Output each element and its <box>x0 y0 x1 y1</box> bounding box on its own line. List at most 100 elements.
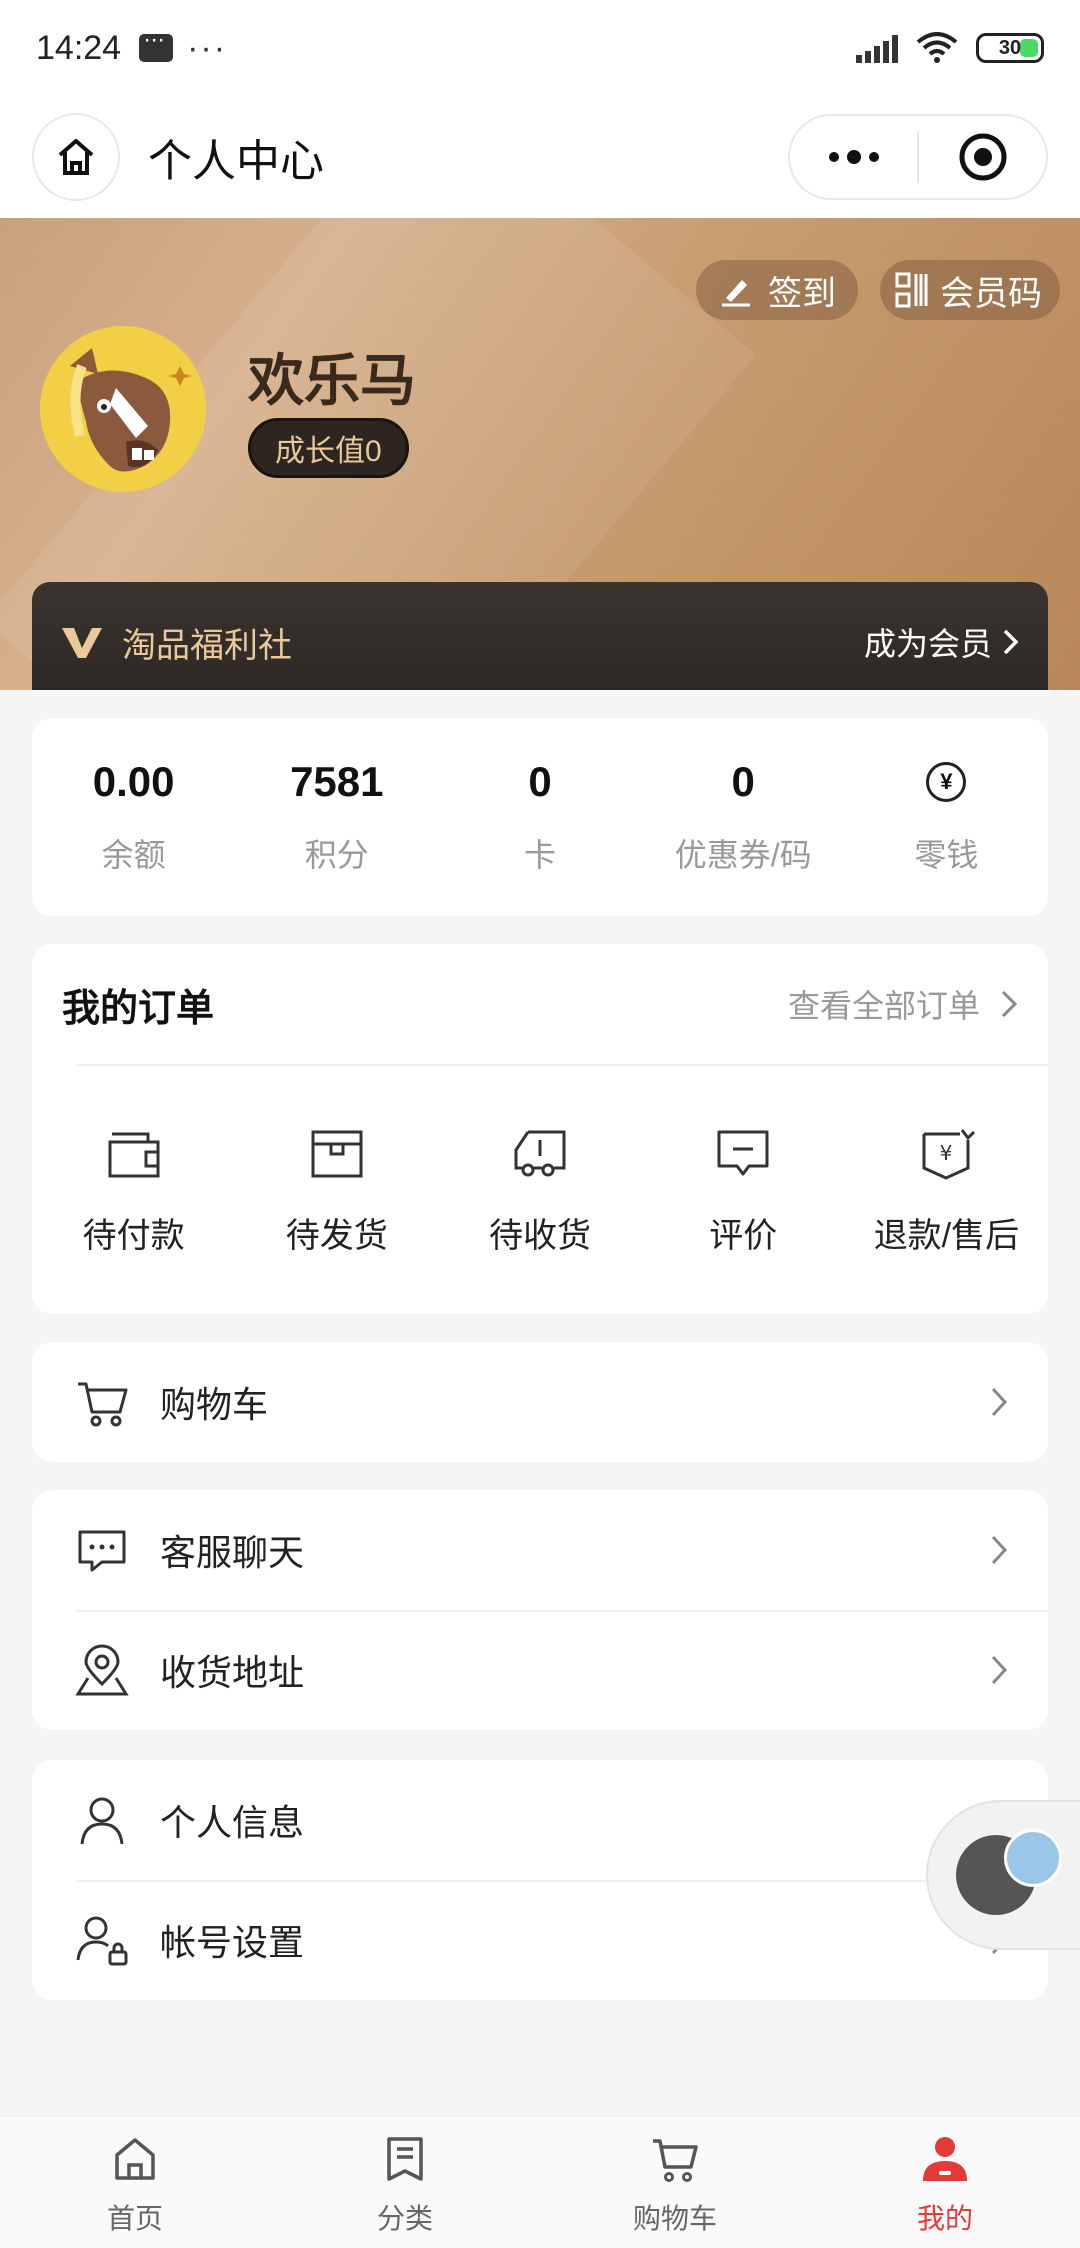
order-review-label: 评价 <box>709 1217 778 1255</box>
more-notifications-icon: ··· <box>187 28 228 67</box>
pen-icon <box>722 280 750 307</box>
home-button[interactable] <box>32 113 120 201</box>
user-icon <box>923 2137 967 2181</box>
tab-mine[interactable]: 我的 <box>810 2117 1080 2248</box>
member-code-button[interactable]: 会员码 <box>880 260 1060 320</box>
barcode-icon <box>895 272 928 308</box>
profile-label: 个人信息 <box>160 1802 305 1843</box>
tab-home-label: 首页 <box>106 2203 163 2234</box>
wallet-icon <box>108 1132 160 1178</box>
tab-category-label: 分类 <box>376 2203 433 2234</box>
username: 欢乐马 <box>248 349 416 412</box>
assets-card: 0.00 余额 7581 积分 0 卡 0 优惠券/码 ¥ 零钱 <box>32 718 1048 916</box>
stat-coupons[interactable]: 0 优惠券/码 <box>642 718 845 916</box>
status-time: 14:24 <box>36 28 122 67</box>
vip-bar[interactable]: 淘品福利社 成为会员 <box>32 582 1048 690</box>
more-button[interactable] <box>790 116 917 198</box>
chevron-right-icon <box>991 1387 1008 1417</box>
cart-icon <box>78 1382 128 1427</box>
menu-item-account-settings[interactable]: 帐号设置 <box>32 1880 1048 2000</box>
nav-bar: 个人中心 <box>0 96 1080 218</box>
order-pending-payment-label: 待付款 <box>82 1217 185 1255</box>
change-label: 零钱 <box>914 837 979 873</box>
mini-program-capsule <box>788 114 1048 200</box>
order-pending-shipment[interactable]: 待发货 <box>235 1124 438 1257</box>
target-circle-icon <box>959 133 1006 181</box>
page-title: 个人中心 <box>148 137 324 186</box>
cart-card: 购物车 <box>32 1342 1048 1462</box>
order-refund-label: 退款/售后 <box>873 1217 1020 1255</box>
orders-card: 我的订单 查看全部订单 待付款 待发货 待收货 评价 ¥ 退款/售后 <box>32 944 1048 1314</box>
coupons-label: 优惠券/码 <box>674 837 812 873</box>
horse-avatar-icon <box>40 326 206 492</box>
order-review[interactable]: 评价 <box>642 1124 845 1257</box>
chevron-right-icon <box>991 1655 1008 1685</box>
stat-balance[interactable]: 0.00 余额 <box>32 718 235 916</box>
truck-icon <box>514 1130 566 1177</box>
customer-service-label: 客服聊天 <box>160 1532 305 1573</box>
more-dots-icon <box>828 150 879 164</box>
join-member-link[interactable]: 成为会员 <box>864 619 1020 665</box>
checkin-button[interactable]: 签到 <box>696 260 858 320</box>
service-card: 客服聊天 收货地址 <box>32 1490 1048 1730</box>
tab-bar: 首页 分类 购物车 我的 <box>0 2116 1080 2248</box>
menu-item-address[interactable]: 收货地址 <box>32 1610 1048 1730</box>
floating-live-widget[interactable] <box>926 1800 1080 1950</box>
close-program-button[interactable] <box>919 116 1046 198</box>
account-settings-label: 帐号设置 <box>160 1922 305 1963</box>
order-pending-payment[interactable]: 待付款 <box>32 1124 235 1257</box>
tab-home[interactable]: 首页 <box>0 2117 270 2248</box>
join-member-label: 成为会员 <box>863 626 992 662</box>
balance-value: 0.00 <box>92 758 175 805</box>
order-pending-receipt-label: 待收货 <box>489 1217 591 1255</box>
battery-level: 30 <box>998 36 1022 59</box>
growth-badge[interactable]: 成长值0 <box>248 418 409 478</box>
cards-value: 0 <box>528 758 552 805</box>
personal-card: 个人信息 帐号设置 <box>32 1760 1048 2000</box>
tab-cart[interactable]: 购物车 <box>540 2117 810 2248</box>
vip-v-icon <box>62 628 102 658</box>
status-bar: 14:24 ··· 30 <box>0 0 1080 96</box>
tab-category[interactable]: 分类 <box>270 2117 540 2248</box>
chevron-right-icon <box>991 1535 1008 1565</box>
user-lock-icon <box>76 1916 128 1966</box>
tab-mine-label: 我的 <box>916 2203 973 2234</box>
chevron-right-icon <box>1001 990 1018 1018</box>
balance-label: 余额 <box>101 837 166 873</box>
box-icon <box>311 1130 363 1178</box>
location-pin-icon <box>75 1644 129 1696</box>
chevron-right-icon <box>1003 629 1019 655</box>
vip-name: 淘品福利社 <box>122 626 292 665</box>
order-pending-shipment-label: 待发货 <box>285 1217 388 1255</box>
orders-title: 我的订单 <box>62 987 215 1030</box>
checkin-label: 签到 <box>768 274 836 313</box>
person-icon <box>80 1797 124 1845</box>
yen-icon: ¥ <box>926 762 967 802</box>
comment-icon <box>717 1130 769 1176</box>
profile-header: 签到 会员码 欢乐马 成长值0 淘品福利社 成为会员 <box>0 218 1080 690</box>
message-notification-icon <box>139 26 174 62</box>
home-icon <box>115 2138 155 2180</box>
menu-item-profile[interactable]: 个人信息 <box>32 1760 1048 1880</box>
menu-item-customer-service[interactable]: 客服聊天 <box>32 1490 1048 1610</box>
signal-icon <box>856 33 898 63</box>
view-all-orders-link[interactable]: 查看全部订单 <box>788 981 1018 1027</box>
order-refund[interactable]: ¥ 退款/售后 <box>845 1124 1048 1257</box>
menu-item-cart[interactable]: 购物车 <box>32 1342 1048 1462</box>
coupons-value: 0 <box>731 758 755 805</box>
category-icon <box>387 2137 423 2181</box>
stat-points[interactable]: 7581 积分 <box>235 718 438 916</box>
orders-header: 我的订单 查看全部订单 <box>32 944 1048 1064</box>
points-label: 积分 <box>304 837 369 873</box>
floating-avatar-icon <box>956 1829 1062 1915</box>
wifi-icon <box>916 32 958 63</box>
stat-cards[interactable]: 0 卡 <box>438 718 641 916</box>
order-pending-receipt[interactable]: 待收货 <box>438 1124 641 1257</box>
cart-label: 购物车 <box>160 1384 269 1425</box>
avatar[interactable] <box>40 326 206 492</box>
tab-cart-label: 购物车 <box>632 2203 717 2234</box>
svg-text:¥: ¥ <box>940 1141 953 1165</box>
chat-bubble-icon <box>78 1530 126 1572</box>
stat-change[interactable]: ¥ 零钱 <box>845 718 1048 916</box>
address-label: 收货地址 <box>160 1652 305 1693</box>
